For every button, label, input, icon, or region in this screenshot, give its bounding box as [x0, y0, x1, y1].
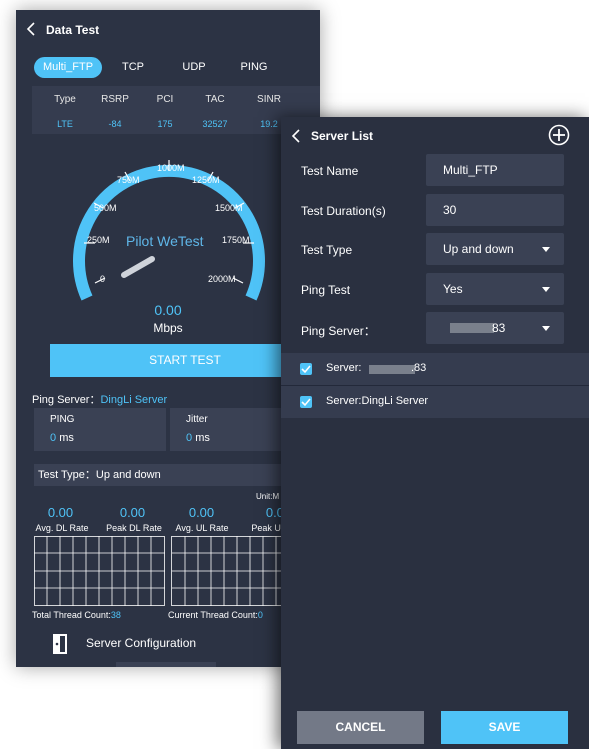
ping-server-value: DingLi Server	[100, 394, 168, 406]
jitter-label: Jitter	[186, 414, 208, 425]
jitter-value: 0	[186, 432, 193, 444]
current-thread-label: Current Thread Count:	[168, 610, 258, 620]
cancel-button[interactable]: CANCEL	[297, 711, 424, 744]
col-sinr: SINR	[257, 94, 281, 105]
col-tac: TAC	[205, 94, 225, 105]
peak-dl-value: 0.00	[119, 505, 146, 520]
ping-server-select[interactable]: 83	[426, 312, 564, 344]
gauge-tick-1500m: 1500M	[215, 203, 243, 213]
jitter-unit: ms	[195, 432, 210, 444]
val-tac: 32527	[202, 119, 228, 129]
server-list-screen: Server List Test Name Multi_FTP Test Dur…	[281, 117, 589, 749]
data-test-screen: Data Test Multi_FTP TCP UDP PING Type RS…	[16, 10, 320, 667]
unit-label: Unit:M	[256, 492, 280, 501]
tab-multi-ftp[interactable]: Multi_FTP	[34, 57, 102, 78]
ping-readout: 0 ms	[50, 432, 74, 444]
gauge-tick-1250m: 1250M	[192, 175, 220, 185]
page-title: Data Test	[46, 23, 100, 37]
redacted-ip	[369, 365, 415, 374]
server-config-link[interactable]: Server Configuration	[86, 636, 196, 650]
checkbox-checked[interactable]	[300, 396, 312, 408]
gauge-tick-0: 0	[100, 274, 106, 284]
server-1-suffix: .83	[411, 362, 427, 374]
back-arrow-icon[interactable]	[291, 129, 301, 143]
gauge-tick-1000m: 1000M	[157, 163, 185, 173]
avg-dl-label: Avg. DL Rate	[35, 523, 89, 533]
test-name-label: Test Name	[301, 164, 359, 178]
server-2-label: Server:DingLi Server	[326, 395, 429, 407]
ping-label: PING	[50, 414, 75, 425]
avg-ul-label: Avg. UL Rate	[175, 523, 229, 533]
checkbox-checked[interactable]	[300, 363, 312, 375]
test-type-value: Up and down	[443, 242, 514, 256]
test-duration-value: 30	[443, 203, 457, 217]
speed-value: 0.00	[154, 302, 182, 318]
chevron-down-icon	[542, 326, 550, 331]
tab-udp[interactable]: UDP	[174, 57, 214, 78]
gauge-needle	[121, 256, 155, 278]
server-config-icon[interactable]	[52, 633, 68, 655]
test-name-input[interactable]: Multi_FTP	[426, 154, 564, 186]
ping-server-value: 83	[492, 321, 506, 335]
col-type: Type	[54, 94, 76, 105]
ping-server-label: Ping Server：	[32, 394, 101, 406]
rate-graphs	[34, 536, 320, 606]
speed-unit: Mbps	[153, 321, 183, 335]
ping-server-label: Ping Server：	[301, 324, 376, 338]
peak-dl-label: Peak DL Rate	[106, 523, 162, 533]
watermark-logo: Pilot WeTest	[126, 233, 204, 249]
val-rsrp: -84	[108, 119, 122, 129]
back-arrow-icon[interactable]	[26, 22, 36, 36]
total-thread-count: Total Thread Count:38	[32, 610, 121, 620]
chevron-down-icon	[542, 247, 550, 252]
ping-unit: ms	[59, 432, 74, 444]
current-thread-value: 0	[257, 610, 263, 620]
ping-test-label: Ping Test	[301, 283, 351, 297]
jitter-readout: 0 ms	[186, 432, 210, 444]
ping-test-select[interactable]: Yes	[426, 273, 564, 305]
gauge-tick-250m: 250M	[87, 235, 110, 245]
ping-value: 0	[50, 432, 57, 444]
gauge-tick-1750m: 1750M	[222, 235, 250, 245]
gauge-tick-2000m: 2000M	[208, 274, 236, 284]
col-rsrp: RSRP	[101, 94, 129, 105]
tab-tcp[interactable]: TCP	[113, 57, 153, 78]
avg-dl-value: 0.00	[47, 505, 74, 520]
redacted-ip	[450, 323, 494, 333]
ping-server-info: Ping Server：DingLi Server	[32, 391, 167, 407]
val-type: LTE	[57, 119, 73, 129]
avg-ul-value: 0.00	[188, 505, 215, 520]
test-type-select[interactable]: Up and down	[426, 233, 564, 265]
home-indicator	[116, 662, 216, 667]
current-thread-count: Current Thread Count:0	[168, 610, 263, 620]
test-type-bar: Test Type：Up and down	[34, 464, 320, 486]
save-button[interactable]: SAVE	[441, 711, 568, 744]
test-duration-input[interactable]: 30	[426, 194, 564, 226]
add-server-icon[interactable]	[548, 124, 570, 146]
server-1-label: Server:	[326, 362, 362, 374]
total-thread-value: 38	[110, 610, 121, 620]
start-test-button[interactable]: START TEST	[50, 344, 320, 377]
test-name-value: Multi_FTP	[443, 163, 498, 177]
test-duration-label: Test Duration(s)	[301, 204, 386, 218]
ping-test-value: Yes	[443, 282, 463, 296]
tab-ping[interactable]: PING	[234, 57, 274, 78]
page-title: Server List	[311, 129, 374, 143]
test-type-label: Test Type	[301, 243, 353, 257]
col-pci: PCI	[156, 94, 174, 105]
gauge-tick-750m: 750M	[117, 175, 140, 185]
chevron-down-icon	[542, 287, 550, 292]
val-pci: 175	[157, 119, 173, 129]
total-thread-label: Total Thread Count:	[32, 610, 111, 620]
gauge-tick-500m: 500M	[94, 203, 117, 213]
